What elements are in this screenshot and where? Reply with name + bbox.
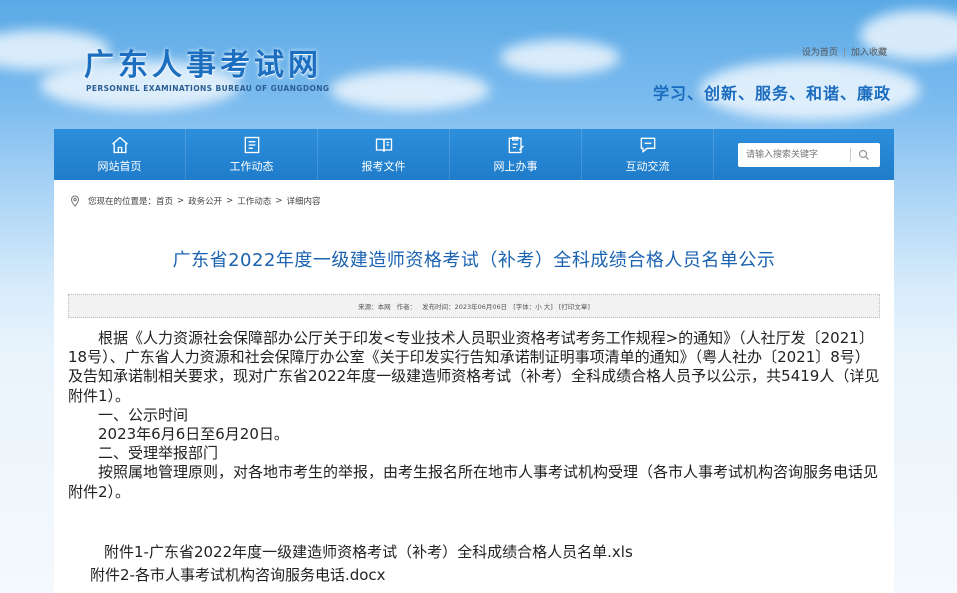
nav-item-online-service[interactable]: 网上办事 xyxy=(450,129,582,180)
breadcrumb-separator: > xyxy=(275,196,283,206)
search-box xyxy=(738,142,880,167)
top-links-separator: | xyxy=(842,48,846,58)
section-heading: 一、公示时间 xyxy=(98,405,189,424)
font-size-toggle[interactable]: [字体：小 大] xyxy=(513,301,553,311)
location-pin-icon xyxy=(70,195,80,207)
site-logo-subtitle: PERSONNEL EXAMINATIONS BUREAU OF GUANGDO… xyxy=(86,84,330,93)
meta-date: 发布时间：2023年06月06日 xyxy=(422,303,508,311)
content-panel: 您现在的位置是： 首页 > 政务公开 > 工作动态 > 详细内容 广东省2022… xyxy=(54,180,894,593)
search-icon xyxy=(858,149,869,160)
top-links: 设为首页 | 加入收藏 xyxy=(802,45,887,58)
nav-item-exam-files[interactable]: 报考文件 xyxy=(318,129,450,180)
nav-item-work-news[interactable]: 工作动态 xyxy=(186,129,318,180)
article-meta: 来源：本网 作者： 发布时间：2023年06月06日 [字体：小 大] [打印文… xyxy=(68,294,880,318)
article-body: 根据《人力资源社会保障部办公厅关于印发<专业技术人员职业资格考试考务工作规程>的… xyxy=(68,329,883,502)
article-title: 广东省2022年度一级建造师资格考试（补考）全科成绩合格人员名单公示 xyxy=(172,250,776,271)
nav-item-interaction[interactable]: 互动交流 xyxy=(582,129,714,180)
article-paragraph: 按照属地管理原则，对各地市考生的举报，由考生报名所在地市人事考试机构受理（各市人… xyxy=(68,463,879,501)
breadcrumb-home[interactable]: 首页 xyxy=(156,195,173,207)
breadcrumb-prefix: 您现在的位置是： xyxy=(88,197,157,207)
article-paragraph: 根据《人力资源社会保障部办公厅关于印发<专业技术人员职业资格考试考务工作规程>的… xyxy=(68,329,880,405)
section-heading: 二、受理举报部门 xyxy=(98,444,219,463)
site-header: 广东人事考试网 PERSONNEL EXAMINATIONS BUREAU OF… xyxy=(0,0,957,128)
attachment-link-2[interactable]: 附件2-各市人事考试机构咨询服务电话.docx xyxy=(90,564,386,585)
search-button[interactable] xyxy=(851,149,877,161)
main-nav: 网站首页 工作动态 报考文件 网上办事 互动交流 xyxy=(54,129,894,180)
breadcrumb-work-news[interactable]: 工作动态 xyxy=(237,195,271,207)
meta-author: 作者： xyxy=(396,303,417,311)
breadcrumb: 您现在的位置是： 首页 > 政务公开 > 工作动态 > 详细内容 xyxy=(70,195,320,207)
clipboard-edit-icon xyxy=(508,136,524,154)
breadcrumb-separator: > xyxy=(177,196,185,206)
add-favorite-link[interactable]: 加入收藏 xyxy=(851,48,887,58)
set-homepage-link[interactable]: 设为首页 xyxy=(802,48,838,58)
nav-item-label: 网站首页 xyxy=(97,160,142,173)
article-paragraph: 2023年6月6日至6月20日。 xyxy=(98,425,289,444)
home-icon xyxy=(111,136,128,154)
breadcrumb-detail: 详细内容 xyxy=(286,197,321,207)
book-icon xyxy=(375,138,392,152)
news-list-icon xyxy=(244,136,259,154)
nav-item-home[interactable]: 网站首页 xyxy=(54,129,186,180)
chat-icon xyxy=(640,137,655,154)
nav-item-label: 网上办事 xyxy=(493,160,538,173)
breadcrumb-separator: > xyxy=(226,196,234,206)
breadcrumb-gov-affairs[interactable]: 政务公开 xyxy=(188,195,222,207)
meta-source: 来源：本网 xyxy=(358,303,391,311)
site-logo-title[interactable]: 广东人事考试网 xyxy=(84,40,322,84)
nav-item-label: 报考文件 xyxy=(361,160,406,173)
nav-item-label: 工作动态 xyxy=(229,160,274,173)
site-slogan: 学习、创新、服务、和谐、廉政 xyxy=(652,84,891,103)
nav-item-label: 互动交流 xyxy=(625,160,670,173)
print-article-link[interactable]: [打印文章] xyxy=(559,301,590,311)
search-input[interactable] xyxy=(738,143,850,166)
attachment-link-1[interactable]: 附件1-广东省2022年度一级建造师资格考试（补考）全科成绩合格人员名单.xls xyxy=(104,541,633,562)
